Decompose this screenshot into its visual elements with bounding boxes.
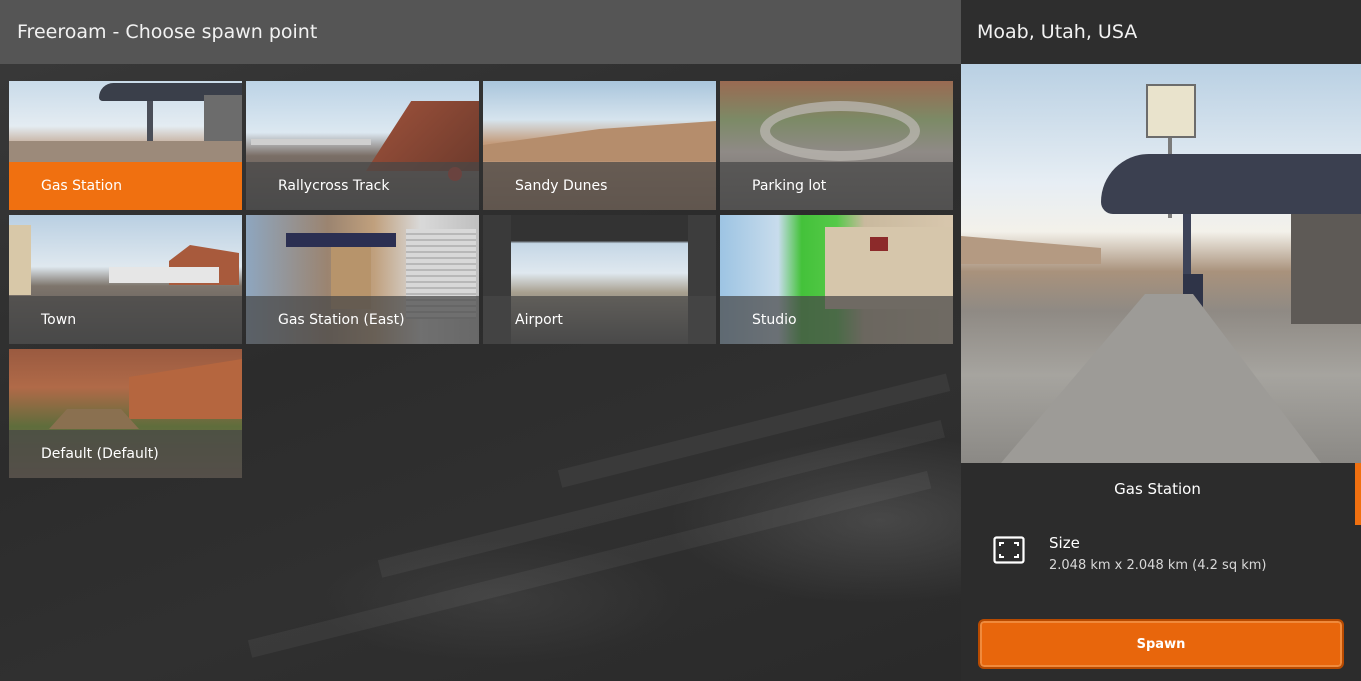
level-name: Moab, Utah, USA	[977, 21, 1138, 43]
tile-label-bar: Parking lot	[720, 162, 953, 210]
tile-label: Rallycross Track	[278, 178, 390, 194]
tile-label-bar: Town	[9, 296, 242, 344]
tile-label-bar: Rallycross Track	[246, 162, 479, 210]
tile-label: Default (Default)	[41, 446, 159, 462]
tile-label: Town	[41, 312, 77, 328]
tile-label-bar: Studio	[720, 296, 953, 344]
tile-label: Airport	[515, 312, 563, 328]
tile-label: Gas Station	[41, 178, 122, 194]
tile-label-bar: Sandy Dunes	[483, 162, 716, 210]
spawn-tile-default[interactable]: Default (Default)	[9, 349, 242, 478]
spawn-tile-parking-lot[interactable]: Parking lot	[720, 81, 953, 210]
spawn-tile-rallycross-track[interactable]: Rallycross Track	[246, 81, 479, 210]
size-value: 2.048 km x 2.048 km (4.2 sq km)	[1049, 558, 1267, 573]
spawn-tile-town[interactable]: Town	[9, 215, 242, 344]
spawn-preview-image	[961, 64, 1361, 463]
spawn-tile-gas-station[interactable]: Gas Station	[9, 81, 242, 210]
tile-label-bar: Gas Station (East)	[246, 296, 479, 344]
spawn-list-header: Freeroam - Choose spawn point	[0, 0, 961, 64]
tile-label-bar: Gas Station	[9, 162, 242, 210]
scroll-indicator[interactable]	[1355, 463, 1361, 525]
tile-label-bar: Airport	[483, 296, 716, 344]
selected-spawn-name: Gas Station	[1114, 480, 1201, 498]
expand-frame-icon	[993, 536, 1025, 564]
spawn-button-label: Spawn	[1136, 636, 1186, 652]
size-label: Size	[1049, 534, 1080, 552]
tile-label: Studio	[752, 312, 797, 328]
details-header: Moab, Utah, USA	[961, 0, 1361, 64]
tile-label: Gas Station (East)	[278, 312, 405, 328]
tile-label-bar: Default (Default)	[9, 430, 242, 478]
page-title: Freeroam - Choose spawn point	[17, 21, 318, 43]
details-panel: Moab, Utah, USA Gas Station Size 2.048 k…	[961, 0, 1361, 681]
spawn-point-grid: Gas Station Rallycross Track Sandy Dunes…	[9, 81, 953, 478]
spawn-tile-sandy-dunes[interactable]: Sandy Dunes	[483, 81, 716, 210]
spawn-button[interactable]: Spawn	[978, 619, 1344, 669]
spawn-tile-studio[interactable]: Studio	[720, 215, 953, 344]
spawn-tile-airport[interactable]: Airport	[483, 215, 716, 344]
tile-label: Sandy Dunes	[515, 178, 608, 194]
tile-label: Parking lot	[752, 178, 827, 194]
spawn-tile-gas-station-east[interactable]: Gas Station (East)	[246, 215, 479, 344]
